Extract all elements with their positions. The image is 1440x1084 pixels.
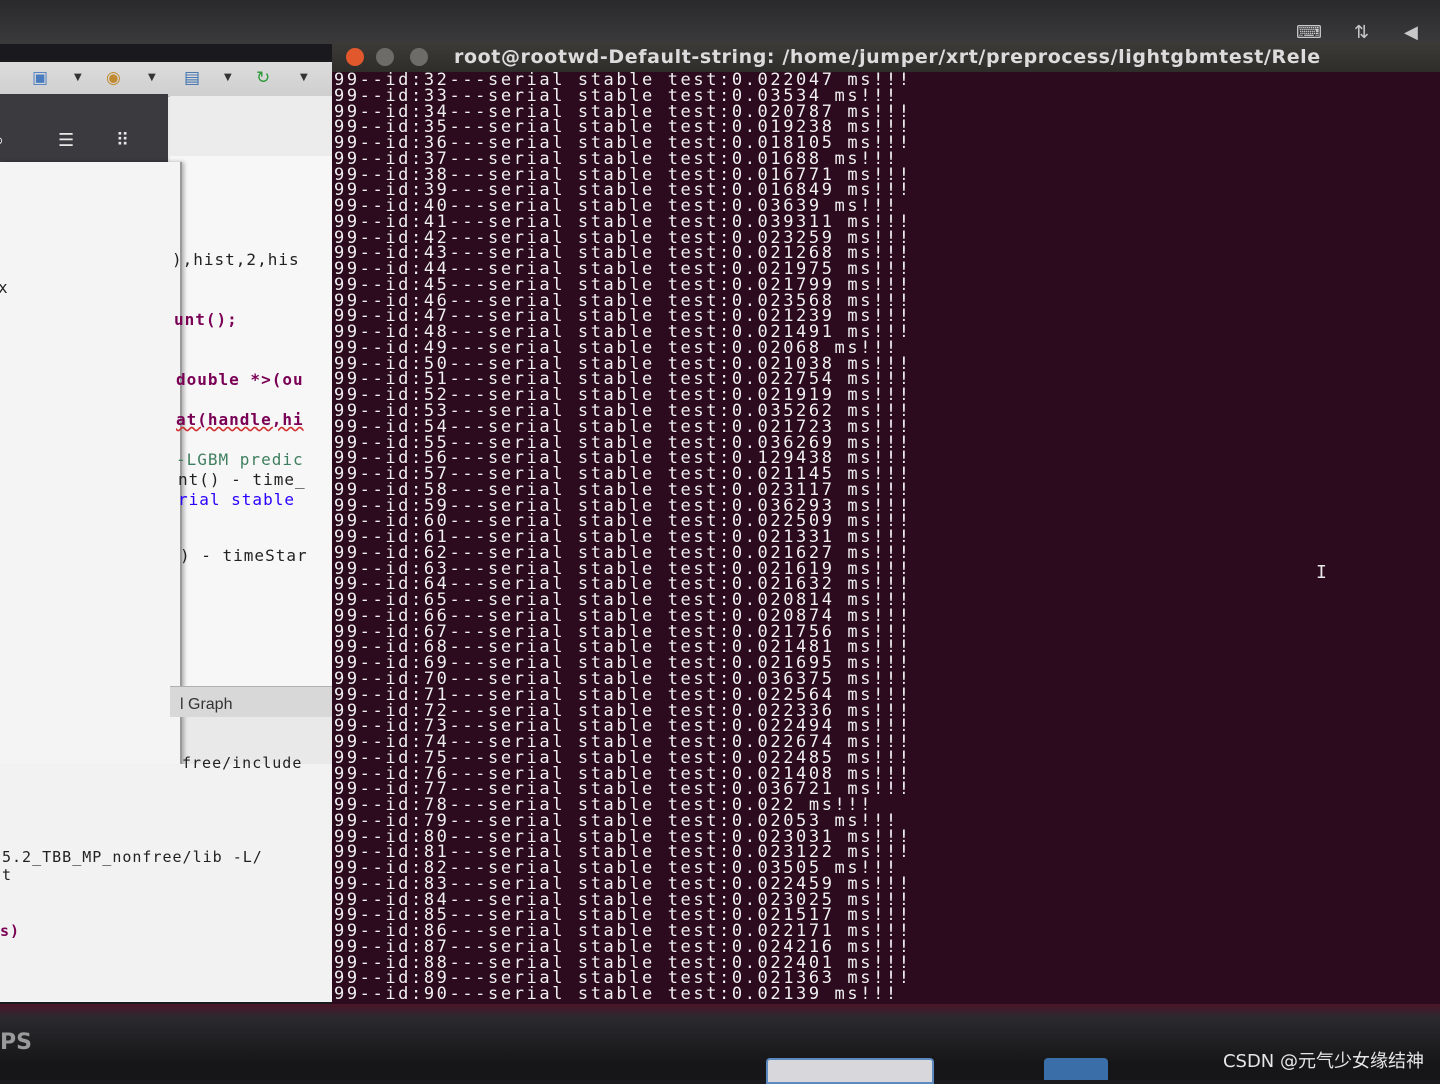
terminal-window[interactable]: root@rootwd-Default-string: /home/jumper… — [332, 42, 1440, 1004]
outline-item[interactable]: x — [0, 278, 9, 297]
keyboard-icon[interactable]: ⌨ — [1296, 22, 1322, 43]
maximize-button[interactable] — [410, 48, 428, 66]
terminal-title: root@rootwd-Default-string: /home/jumper… — [454, 46, 1321, 68]
chevron-down-icon[interactable]: ▼ — [148, 72, 156, 83]
code-editor[interactable] — [170, 96, 340, 716]
chevron-down-icon[interactable]: ▼ — [224, 72, 232, 83]
build-console — [0, 764, 340, 1002]
debug-icon[interactable]: ▣ — [32, 68, 48, 88]
list-icon[interactable]: ☰ — [58, 130, 74, 151]
watermark: CSDN @元气少女缘结神 — [1222, 1051, 1424, 1072]
dock-app-icon[interactable] — [1044, 1058, 1108, 1080]
new-class-icon[interactable]: ▤ — [184, 68, 200, 88]
brand-logo: PS — [0, 1030, 32, 1055]
call-graph-tab[interactable]: l Graph — [180, 696, 232, 714]
chevron-down-icon[interactable]: ▼ — [300, 72, 308, 83]
code-line: at(handle,hi — [176, 410, 304, 429]
text-cursor-icon: I — [1316, 562, 1327, 583]
refresh-icon[interactable]: ↻ — [256, 68, 270, 88]
chevron-down-icon[interactable]: ▼ — [74, 72, 82, 83]
network-icon[interactable]: ⇅ — [1354, 22, 1369, 43]
code-line: -LGBM predic — [176, 450, 304, 469]
code-line: double *>(ou — [176, 370, 304, 389]
editor-tab-area — [170, 96, 340, 156]
console-line: t — [2, 866, 13, 884]
code-line: ),hist,2,his — [172, 250, 300, 269]
terminal-line: 99--id:90---serial stable test:0.02139 m… — [334, 984, 899, 1005]
minimize-button[interactable] — [376, 48, 394, 66]
code-line: rial stable — [178, 490, 295, 509]
grid-icon[interactable]: ⠿ — [116, 130, 129, 151]
outline-panel: x — [0, 162, 182, 826]
terminal-titlebar[interactable]: root@rootwd-Default-string: /home/jumper… — [332, 42, 1440, 72]
search-icon[interactable]: ⌕ — [0, 130, 4, 151]
console-line: s) — [0, 922, 21, 940]
run-icon[interactable]: ◉ — [106, 68, 121, 88]
code-line: unt(); — [174, 310, 238, 329]
close-button[interactable] — [346, 48, 364, 66]
system-top-panel: ⌨ ⇅ ◀ — [0, 0, 1440, 44]
code-line: ) - timeStar — [180, 546, 308, 565]
console-line: free/include — [182, 754, 303, 772]
volume-icon[interactable]: ◀ — [1404, 22, 1418, 43]
ide-toolbar: ▣ ▼ ◉ ▼ ▤ ▼ ↻ ▼ — [0, 62, 340, 97]
code-line: nt() - time_ — [178, 470, 306, 489]
console-line: 5.2_TBB_MP_nonfree/lib -L/ — [2, 848, 263, 866]
terminal-output[interactable]: 99--id:32---serial stable test:0.022047 … — [334, 72, 1434, 1005]
dock-app-icon[interactable] — [766, 1058, 934, 1084]
